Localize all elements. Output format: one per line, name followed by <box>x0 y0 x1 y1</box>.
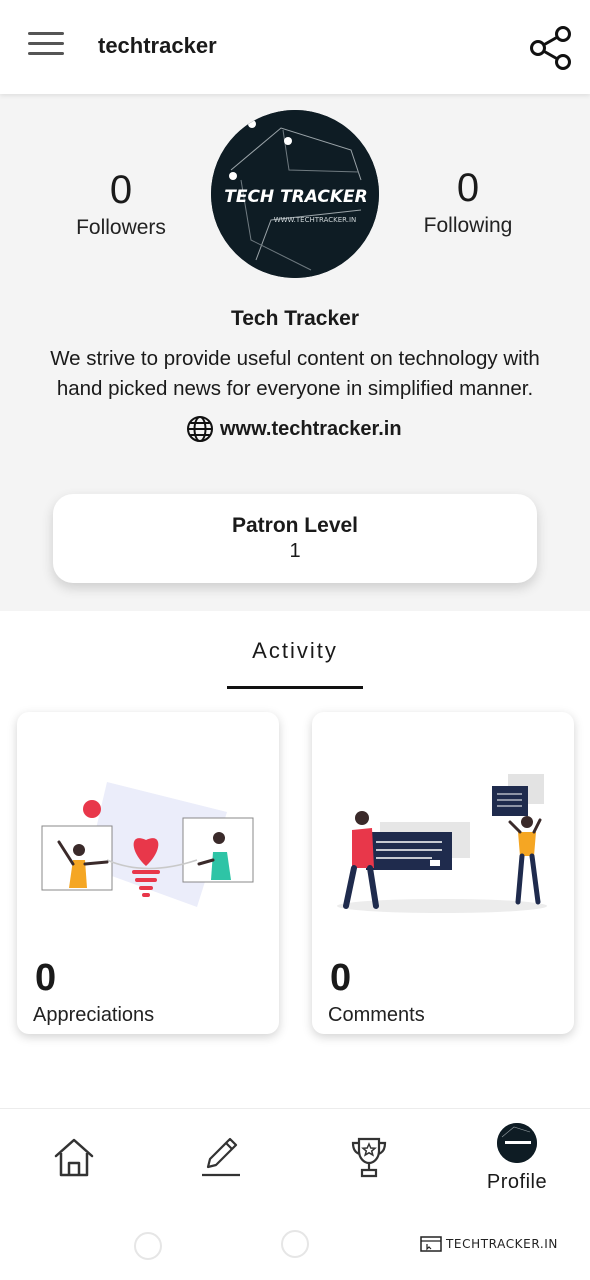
profile-name: Tech Tracker <box>230 307 360 330</box>
avatar-text: TECH TRACKER <box>224 187 368 207</box>
pencil-icon <box>202 1137 240 1177</box>
comments-label: Comments <box>328 1004 425 1026</box>
comments-count: 0 <box>330 957 352 999</box>
profile-avatar[interactable]: TECH TRACKER WWW.TECHTRACKER.IN <box>211 110 379 278</box>
nav-profile-label: Profile <box>486 1171 548 1193</box>
appreciation-illustration <box>41 782 254 907</box>
website-url: www.techtracker.in <box>220 417 402 440</box>
home-button[interactable] <box>281 1230 309 1258</box>
app-header: techtracker <box>0 0 590 94</box>
appreciations-label: Appreciations <box>33 1004 155 1026</box>
tab-underline <box>227 686 363 689</box>
patron-level-value: 1 <box>289 540 301 562</box>
nav-write[interactable] <box>200 1135 242 1179</box>
patron-level-title: Patron Level <box>231 514 359 537</box>
avatar-subtext: WWW.TECHTRACKER.IN <box>274 216 357 224</box>
tab-activity[interactable]: Activity <box>0 638 590 664</box>
avatar <box>497 1123 537 1163</box>
nav-home[interactable] <box>52 1135 96 1179</box>
profile-section: 0 Followers TECH TRACKER WWW.TECHTRACKER… <box>0 94 590 611</box>
following-label: Following <box>423 214 513 237</box>
nav-leaderboard[interactable] <box>350 1135 388 1179</box>
following-stat[interactable]: 0 Following <box>393 166 543 238</box>
nav-profile[interactable]: Profile <box>476 1123 558 1203</box>
home-icon <box>54 1138 94 1177</box>
watermark-logo-icon <box>420 1236 442 1252</box>
followers-label: Followers <box>76 216 166 239</box>
system-navigation-bar: TECHTRACKER.IN <box>0 1212 590 1280</box>
patron-level-card[interactable]: Patron Level 1 <box>53 494 537 583</box>
followers-stat[interactable]: 0 Followers <box>46 168 196 240</box>
hamburger-menu-icon[interactable] <box>28 32 64 62</box>
appreciations-card[interactable]: 0 Appreciations <box>17 712 279 1034</box>
bottom-navigation: Profile <box>0 1108 590 1210</box>
following-count: 0 <box>456 166 480 210</box>
app-title: techtracker <box>98 33 217 58</box>
watermark: TECHTRACKER.IN <box>420 1236 558 1252</box>
share-icon[interactable] <box>528 26 574 70</box>
trophy-icon <box>351 1137 387 1178</box>
comments-illustration <box>337 774 547 913</box>
appreciations-count: 0 <box>35 957 57 999</box>
globe-icon <box>187 416 213 442</box>
website-link[interactable]: www.techtracker.in <box>186 414 402 444</box>
comments-card[interactable]: 0 Comments <box>312 712 574 1034</box>
followers-count: 0 <box>109 168 133 212</box>
watermark-text: TECHTRACKER.IN <box>446 1237 558 1251</box>
profile-bio: We strive to provide useful content on t… <box>50 347 540 400</box>
back-button[interactable] <box>134 1232 162 1260</box>
